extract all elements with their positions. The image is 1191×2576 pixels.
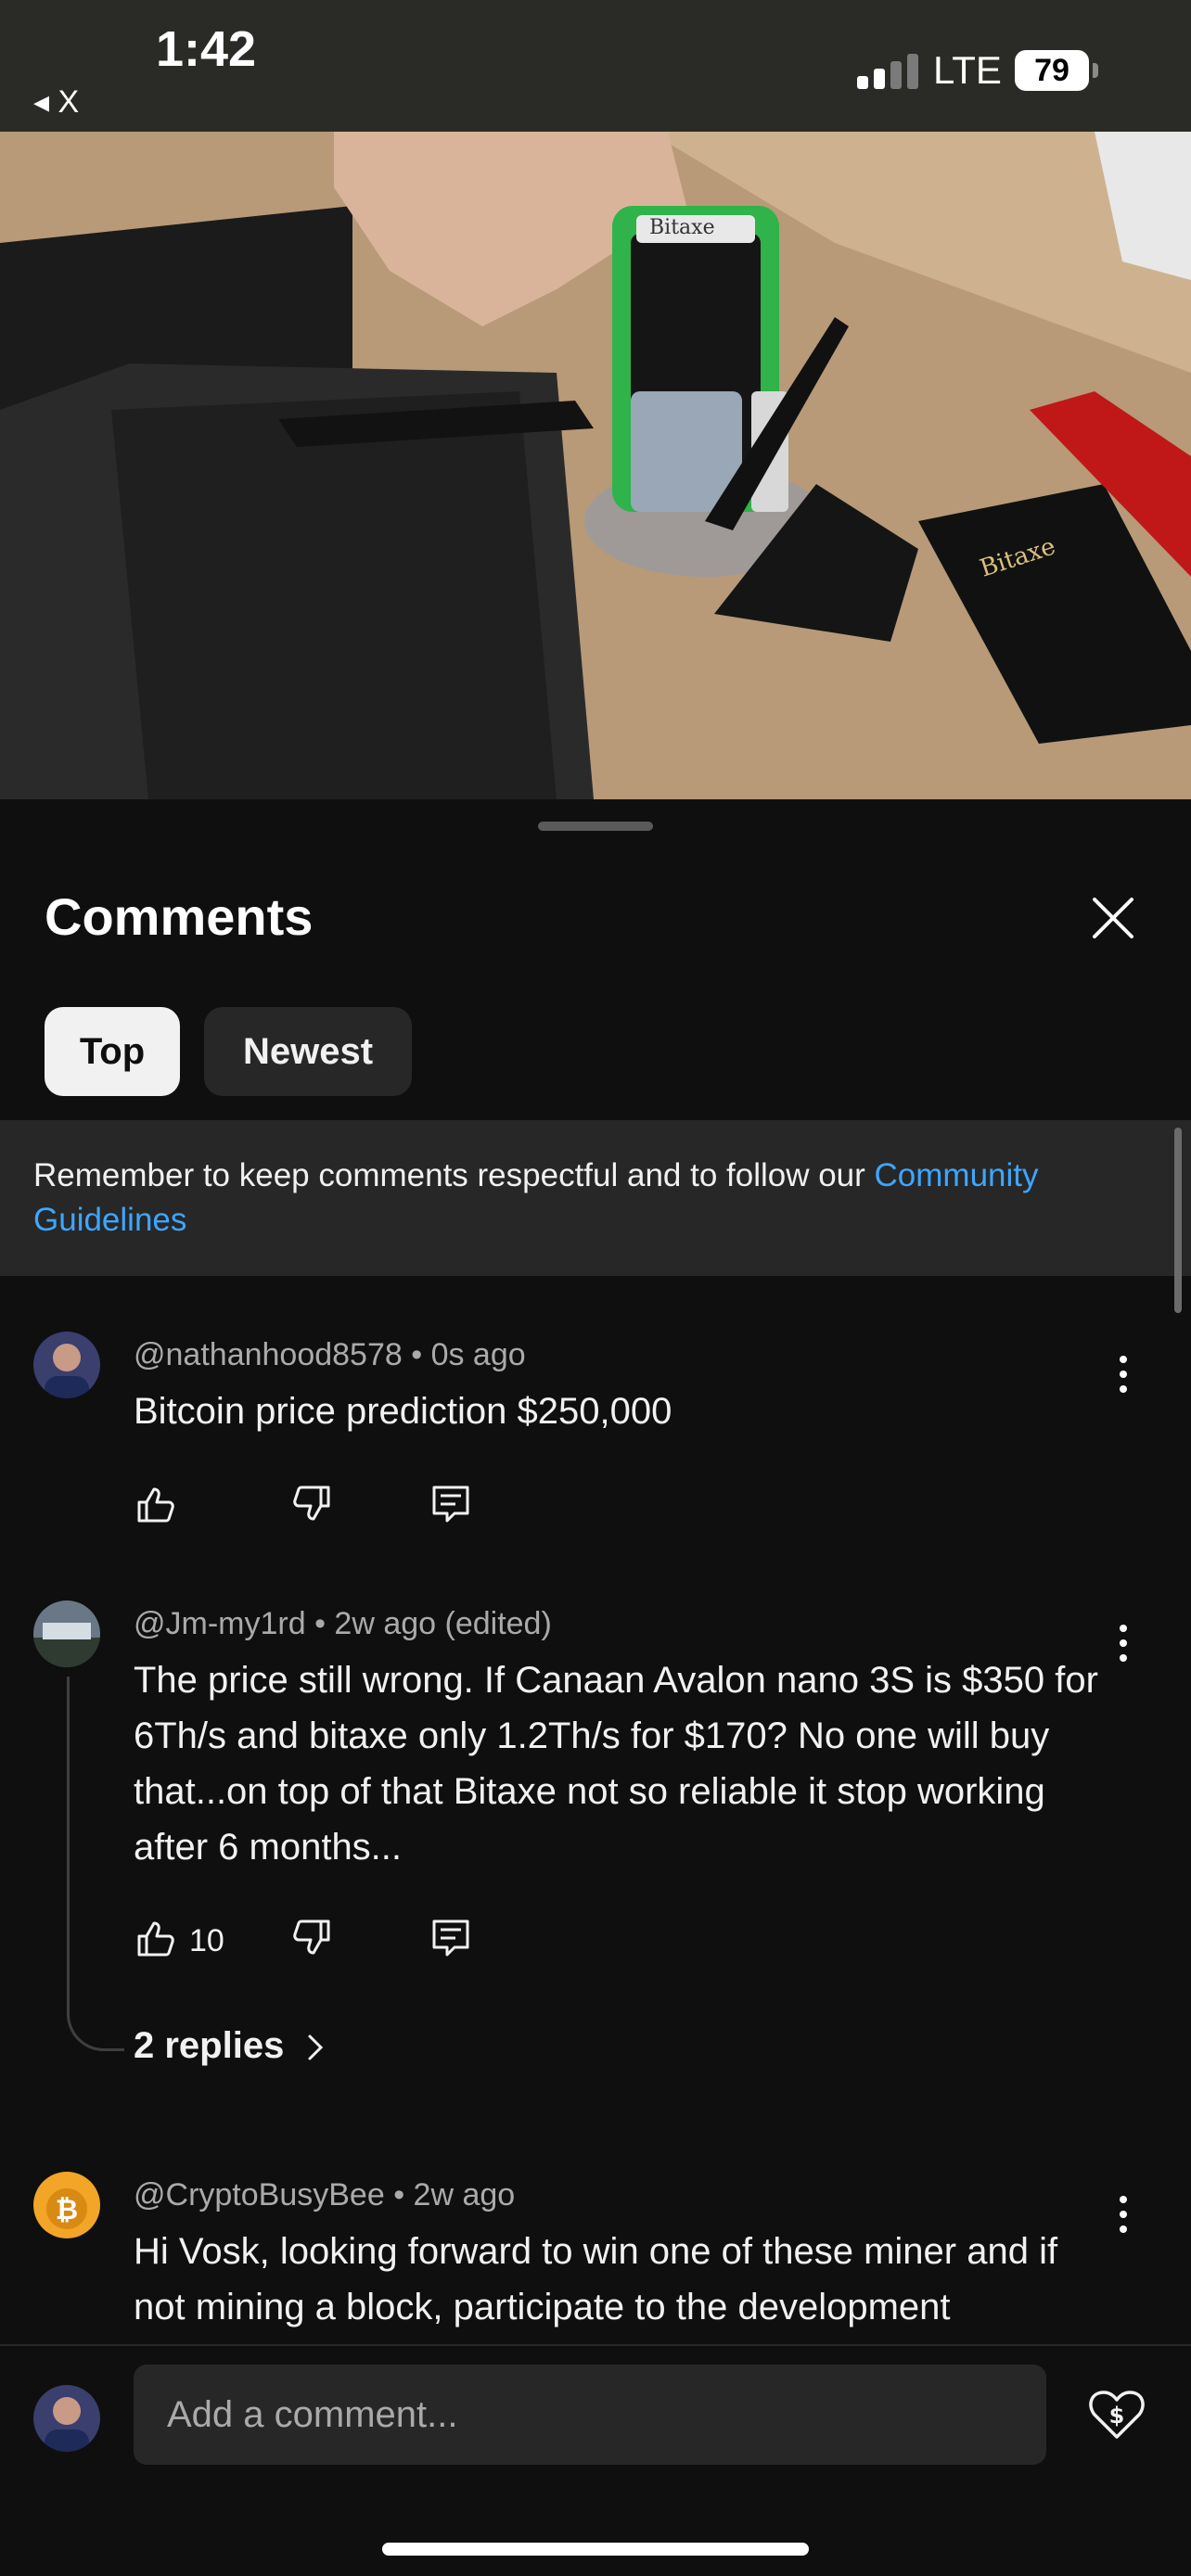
avatar-image xyxy=(33,2385,100,2452)
reply-icon xyxy=(432,1486,469,1523)
status-time: 1:42 xyxy=(156,21,257,77)
comment-author[interactable]: @nathanhood8578 xyxy=(134,1337,403,1372)
comment-item: @Jm-my1rd • 2w ago (edited) The price st… xyxy=(0,1600,1191,2066)
svg-text:₿: ₿ xyxy=(56,2194,78,2226)
dislike-button[interactable] xyxy=(291,1918,332,1966)
super-thanks-button[interactable]: $ xyxy=(1087,2385,1146,2444)
comment-meta: @CryptoBusyBee • 2w ago xyxy=(134,2177,516,2213)
guidelines-text: Remember to keep comments respectful and… xyxy=(33,1157,875,1193)
cellular-signal-icon xyxy=(857,54,922,89)
comment-text: Hi Vosk, looking forward to win one of t… xyxy=(134,2231,1058,2327)
thumbs-down-icon xyxy=(293,1919,330,1955)
comment-item: @nathanhood8578 • 0s ago Bitcoin price p… xyxy=(0,1332,1191,1573)
back-to-app-link[interactable]: ◂ X xyxy=(33,83,79,121)
filter-newest-chip[interactable]: Newest xyxy=(204,1007,412,1096)
thumbs-up-icon xyxy=(137,1487,174,1523)
reply-button[interactable] xyxy=(430,1484,471,1532)
filter-top-chip[interactable]: Top xyxy=(45,1007,180,1096)
comment-meta: @Jm-my1rd • 2w ago (edited) xyxy=(134,1606,552,1641)
thumbs-up-icon xyxy=(137,1921,174,1957)
comment-composer: Add a comment... $ xyxy=(0,2344,1191,2576)
avatar-image xyxy=(33,1600,100,1667)
thumbs-down-icon xyxy=(293,1486,330,1521)
drag-handle[interactable] xyxy=(538,822,653,831)
comments-title: Comments xyxy=(45,887,314,946)
video-scene-text-box: Bitaxe xyxy=(649,216,715,239)
add-comment-input[interactable]: Add a comment... xyxy=(134,2365,1046,2465)
battery-nub xyxy=(1093,63,1098,78)
replies-label: 2 replies xyxy=(134,2025,285,2066)
like-count: 10 xyxy=(189,1923,224,1958)
heart-dollar-icon: $ xyxy=(1089,2391,1145,2439)
comment-author[interactable]: @CryptoBusyBee xyxy=(134,2177,385,2213)
view-replies-button[interactable]: 2 replies xyxy=(134,2025,329,2067)
like-button[interactable] xyxy=(135,1918,176,1966)
reply-icon xyxy=(432,1919,469,1957)
chevron-right-icon xyxy=(308,2034,324,2060)
comment-time: 0s ago xyxy=(430,1337,526,1372)
comment-time: 2w ago xyxy=(413,2177,516,2213)
comment-text: The price still wrong. If Canaan Avalon … xyxy=(134,1660,1098,1868)
home-indicator[interactable] xyxy=(382,2543,809,2556)
dislike-button[interactable] xyxy=(291,1484,332,1532)
network-type: LTE xyxy=(933,48,1002,92)
bitcoin-coin-icon: ₿ xyxy=(33,2172,100,2238)
reply-thread-line xyxy=(67,1677,124,2051)
guidelines-banner: Remember to keep comments respectful and… xyxy=(0,1120,1191,1276)
status-bar: 1:42 ◂ X LTE 79 xyxy=(0,0,1191,132)
close-icon xyxy=(1093,898,1133,938)
reply-button[interactable] xyxy=(430,1918,471,1966)
battery-level: 79 xyxy=(1034,53,1069,88)
video-frame: Bitaxe Bitaxe xyxy=(0,132,1191,799)
battery-icon: 79 xyxy=(1015,50,1089,91)
scrollbar[interactable] xyxy=(1174,1128,1182,1313)
avatar[interactable]: ₿ xyxy=(33,2172,100,2238)
comment-item: ₿ @CryptoBusyBee • 2w ago Hi Vosk, looki… xyxy=(0,2172,1191,2339)
avatar[interactable] xyxy=(33,1332,100,1398)
comment-meta: @nathanhood8578 • 0s ago xyxy=(134,1337,526,1372)
comment-text: Bitcoin price prediction $250,000 xyxy=(134,1391,672,1432)
avatar-image xyxy=(33,1332,100,1398)
close-button[interactable] xyxy=(1083,888,1143,948)
like-button[interactable] xyxy=(135,1484,176,1532)
comments-sheet: Comments Top Newest Remember to keep com… xyxy=(0,803,1191,2576)
comment-author[interactable]: @Jm-my1rd xyxy=(134,1606,306,1641)
avatar[interactable] xyxy=(33,1600,100,1667)
comment-time: 2w ago (edited) xyxy=(334,1606,552,1641)
video-player[interactable]: Bitaxe Bitaxe xyxy=(0,132,1191,799)
current-user-avatar[interactable] xyxy=(33,2385,100,2452)
svg-text:$: $ xyxy=(1109,2403,1125,2429)
